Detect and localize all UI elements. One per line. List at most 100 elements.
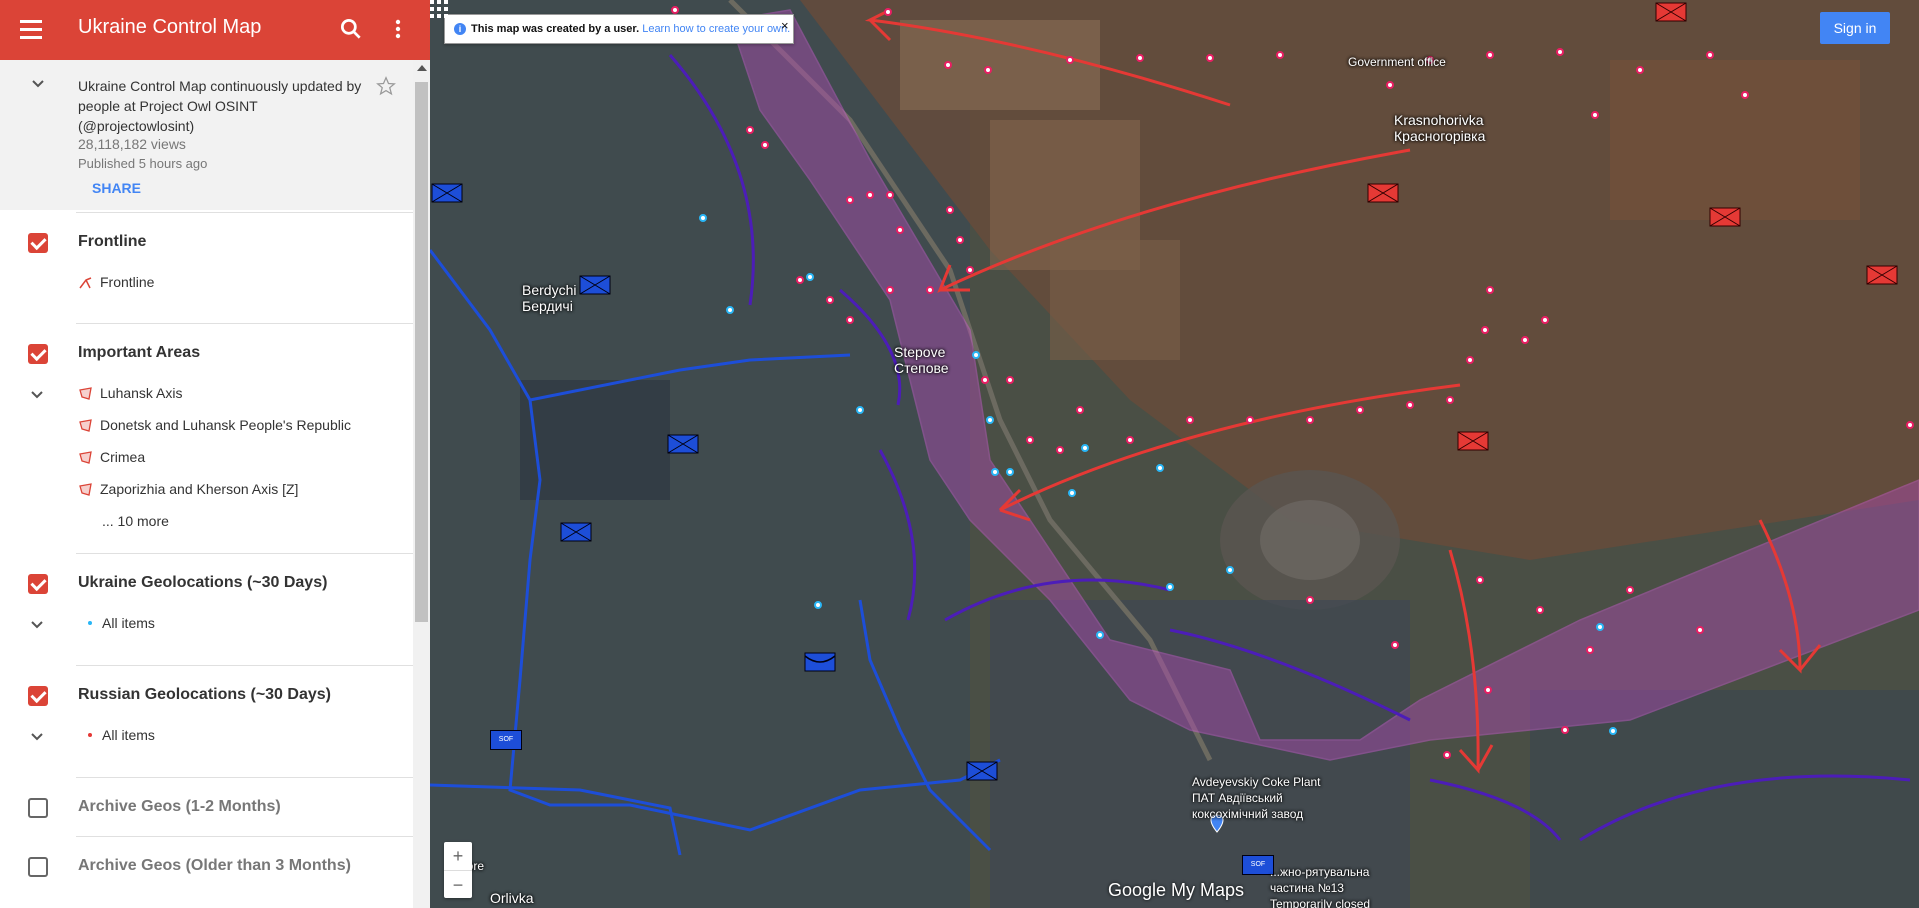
russian-geo-point[interactable] <box>1406 401 1414 409</box>
chevron-down-icon[interactable] <box>30 388 44 402</box>
russian-geo-point[interactable] <box>1561 726 1569 734</box>
russian-geo-point[interactable] <box>1056 446 1064 454</box>
russian-geo-point[interactable] <box>981 376 989 384</box>
layer-checkbox-russian-geolocations[interactable] <box>28 686 48 706</box>
russian-geo-point[interactable] <box>1486 286 1494 294</box>
layer-item-luhansk-axis[interactable]: Luhansk Axis <box>78 385 183 401</box>
russian-geo-point[interactable] <box>1066 56 1074 64</box>
russian-geo-point[interactable] <box>1186 416 1194 424</box>
russian-geo-point[interactable] <box>1486 51 1494 59</box>
russian-geo-point[interactable] <box>1446 396 1454 404</box>
russian-geo-point[interactable] <box>1636 66 1644 74</box>
russian-geo-point[interactable] <box>1906 421 1914 429</box>
russian-geo-point[interactable] <box>1246 416 1254 424</box>
russian-geo-point[interactable] <box>886 286 894 294</box>
russian-unit-symbol[interactable] <box>1367 183 1399 203</box>
layer-checkbox-archive-1-2[interactable] <box>28 798 48 818</box>
layer-checkbox-important-areas[interactable] <box>28 344 48 364</box>
russian-unit-symbol[interactable] <box>1655 2 1687 22</box>
russian-geo-point[interactable] <box>1541 316 1549 324</box>
ukraine-unit-symbol[interactable] <box>560 522 592 542</box>
russian-geo-point[interactable] <box>1126 436 1134 444</box>
chevron-down-icon[interactable] <box>30 618 44 632</box>
chevron-down-icon[interactable] <box>30 730 44 744</box>
menu-icon[interactable] <box>18 16 44 44</box>
map-canvas[interactable]: SOF SOF Berdychi Бердичі Stepove Степове K… <box>430 0 1919 908</box>
russian-geo-point[interactable] <box>1076 406 1084 414</box>
layer-item-ukraine-all[interactable]: All items <box>78 615 155 631</box>
more-items-link[interactable]: ... 10 more <box>102 513 169 529</box>
russian-geo-point[interactable] <box>884 8 892 16</box>
chevron-down-icon[interactable] <box>30 76 46 92</box>
sign-in-button[interactable]: Sign in <box>1820 12 1890 44</box>
russian-geo-point[interactable] <box>1206 54 1214 62</box>
russian-geo-point[interactable] <box>926 286 934 294</box>
russian-geo-point[interactable] <box>846 196 854 204</box>
russian-geo-point[interactable] <box>1476 576 1484 584</box>
ukraine-geo-point[interactable] <box>1156 464 1164 472</box>
ukraine-geo-point[interactable] <box>726 306 734 314</box>
russian-geo-point[interactable] <box>946 206 954 214</box>
layer-item-crimea[interactable]: Crimea <box>78 449 145 465</box>
layer-checkbox-frontline[interactable] <box>28 233 48 253</box>
ukraine-geo-point[interactable] <box>1226 566 1234 574</box>
create-map-link[interactable]: Learn how to create your own. <box>642 23 790 35</box>
ukraine-unit-symbol[interactable] <box>966 761 998 781</box>
ukraine-unit-symbol[interactable] <box>431 183 463 203</box>
layer-item-dlpr[interactable]: Donetsk and Luhansk People's Republic <box>78 417 351 433</box>
zoom-in-button[interactable]: + <box>444 842 472 871</box>
russian-geo-point[interactable] <box>1136 54 1144 62</box>
ukraine-geo-point[interactable] <box>856 406 864 414</box>
layer-checkbox-archive-older[interactable] <box>28 857 48 877</box>
russian-geo-point[interactable] <box>966 266 974 274</box>
ukraine-geo-point[interactable] <box>1081 444 1089 452</box>
ukraine-sof-unit[interactable]: SOF <box>490 730 522 750</box>
russian-geo-point[interactable] <box>746 126 754 134</box>
ukraine-unit-symbol[interactable] <box>667 434 699 454</box>
ukraine-geo-point[interactable] <box>986 416 994 424</box>
russian-geo-point[interactable] <box>671 6 679 14</box>
russian-geo-point[interactable] <box>1591 111 1599 119</box>
russian-geo-point[interactable] <box>1706 51 1714 59</box>
russian-geo-point[interactable] <box>944 61 952 69</box>
russian-geo-point[interactable] <box>1521 336 1529 344</box>
ukraine-geo-point[interactable] <box>991 468 999 476</box>
ukraine-geo-point[interactable] <box>1166 583 1174 591</box>
ukraine-geo-point[interactable] <box>1068 489 1076 497</box>
ukraine-geo-point[interactable] <box>806 273 814 281</box>
russian-geo-point[interactable] <box>1536 606 1544 614</box>
russian-geo-point[interactable] <box>1006 376 1014 384</box>
share-button[interactable]: SHARE <box>92 180 141 196</box>
ukraine-geo-point[interactable] <box>699 214 707 222</box>
russian-geo-point[interactable] <box>846 316 854 324</box>
russian-geo-point[interactable] <box>956 236 964 244</box>
ukraine-geo-point[interactable] <box>1096 631 1104 639</box>
ukraine-geo-point[interactable] <box>1596 623 1604 631</box>
russian-geo-point[interactable] <box>896 226 904 234</box>
russian-geo-point[interactable] <box>984 66 992 74</box>
layer-item-frontline[interactable]: Frontline <box>78 274 154 290</box>
ukraine-geo-point[interactable] <box>972 351 980 359</box>
russian-geo-point[interactable] <box>1026 436 1034 444</box>
russian-geo-point[interactable] <box>1466 356 1474 364</box>
layer-checkbox-ukraine-geolocations[interactable] <box>28 574 48 594</box>
russian-geo-point[interactable] <box>1626 586 1634 594</box>
layer-item-russian-all[interactable]: All items <box>78 727 155 743</box>
russian-geo-point[interactable] <box>796 276 804 284</box>
scrollbar-thumb[interactable] <box>415 82 428 622</box>
russian-geo-point[interactable] <box>1741 91 1749 99</box>
russian-geo-point[interactable] <box>1306 596 1314 604</box>
search-icon[interactable] <box>338 16 364 42</box>
ukraine-unit-symbol[interactable] <box>804 652 836 672</box>
russian-unit-symbol[interactable] <box>1866 265 1898 285</box>
russian-geo-point[interactable] <box>866 191 874 199</box>
russian-geo-point[interactable] <box>1386 81 1394 89</box>
more-options-icon[interactable] <box>388 16 408 42</box>
zoom-out-button[interactable]: − <box>444 871 472 899</box>
russian-geo-point[interactable] <box>1481 326 1489 334</box>
layer-item-zaporizhia[interactable]: Zaporizhia and Kherson Axis [Z] <box>78 481 298 497</box>
russian-geo-point[interactable] <box>1443 751 1451 759</box>
russian-geo-point[interactable] <box>886 191 894 199</box>
ukraine-geo-point[interactable] <box>1609 727 1617 735</box>
russian-geo-point[interactable] <box>1356 406 1364 414</box>
